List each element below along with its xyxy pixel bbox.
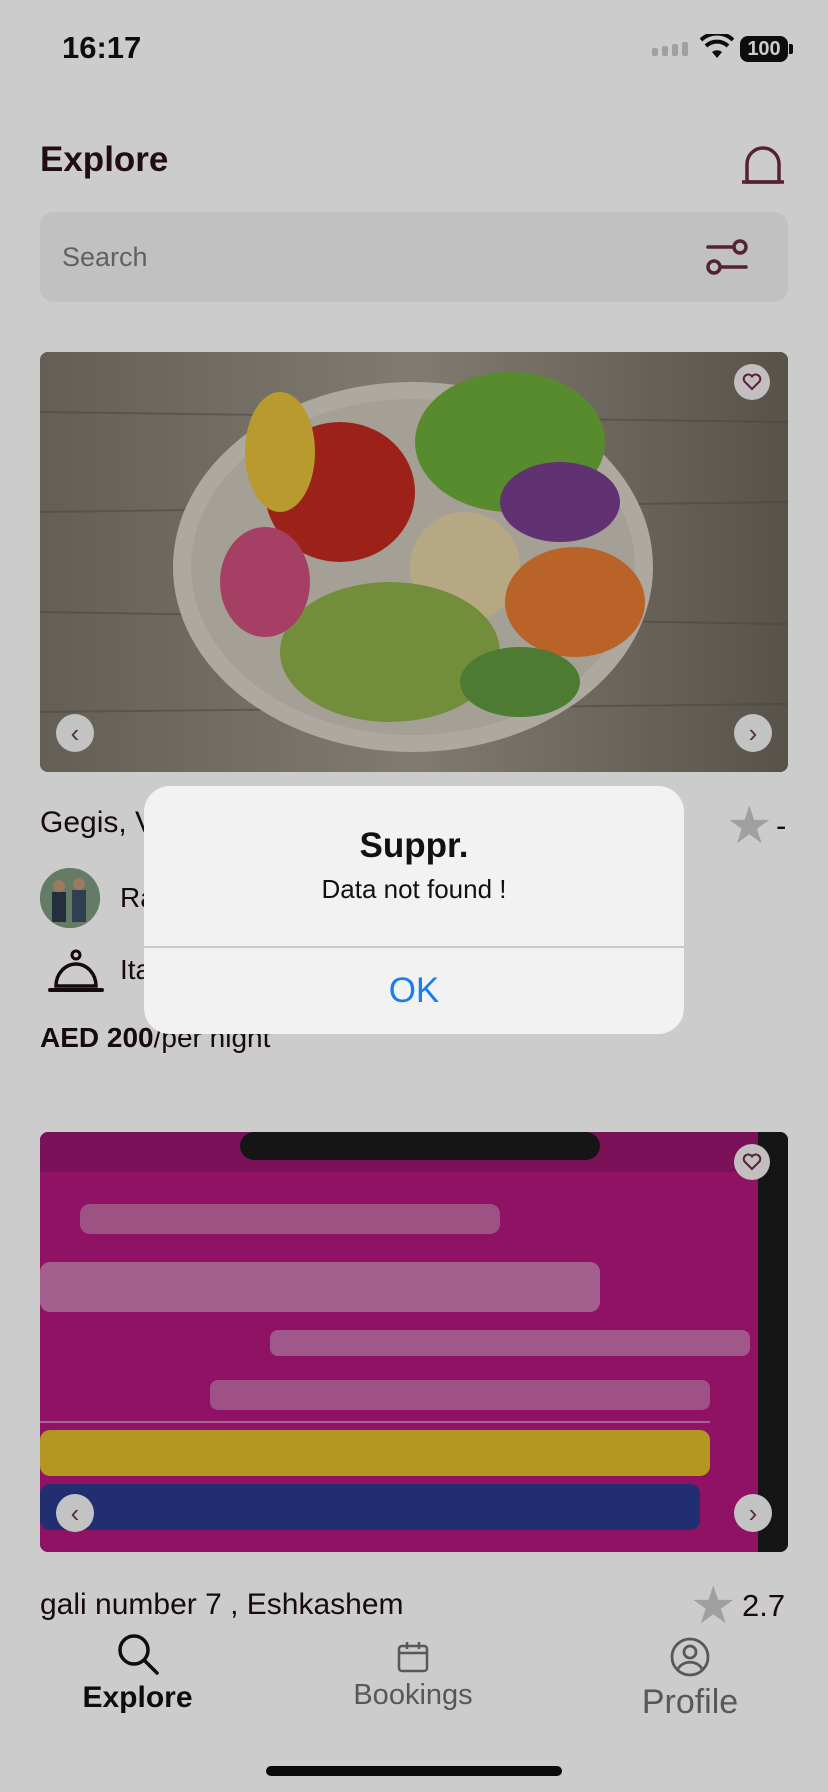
ok-button[interactable]: OK bbox=[144, 948, 684, 1034]
alert-dialog: Suppr. Data not found ! OK bbox=[144, 786, 684, 1034]
alert-message: Data not found ! bbox=[321, 874, 507, 904]
alert-title: Suppr. bbox=[359, 826, 469, 865]
